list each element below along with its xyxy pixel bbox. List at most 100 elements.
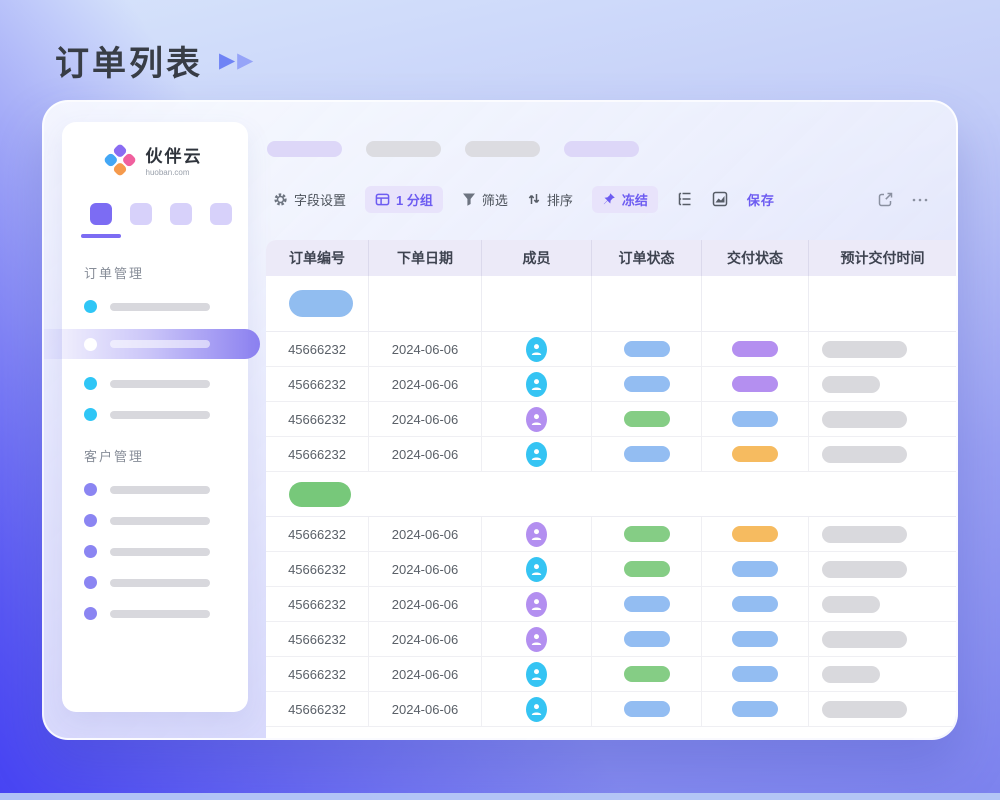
- order-status-pill: [624, 596, 670, 612]
- order-status-cell: [592, 657, 702, 691]
- column-header[interactable]: 订单编号: [266, 240, 369, 276]
- column-header[interactable]: 订单状态: [592, 240, 702, 276]
- table-row[interactable]: 456662322024-06-06: [266, 402, 956, 437]
- nav-label-placeholder: [110, 411, 210, 419]
- group-label-pill[interactable]: [289, 482, 351, 507]
- eta-cell: [809, 692, 956, 726]
- toolbar-filter-label: 筛选: [482, 190, 508, 209]
- member-cell: [482, 657, 592, 691]
- table-row[interactable]: 456662322024-06-06: [266, 622, 956, 657]
- delivery-status-pill: [732, 596, 778, 612]
- column-header[interactable]: 成员: [482, 240, 592, 276]
- eta-placeholder-pill: [822, 376, 880, 393]
- view-tab-placeholder[interactable]: [564, 141, 639, 157]
- table-header-row: 订单编号下单日期成员订单状态交付状态预计交付时间: [266, 240, 956, 276]
- eta-cell: [809, 587, 956, 621]
- sidebar-item[interactable]: [84, 300, 248, 313]
- nav-dot-icon: [84, 408, 97, 421]
- delivery-status-pill: [732, 666, 778, 682]
- group-label-pill[interactable]: [289, 290, 353, 317]
- toolbar-field-settings-button[interactable]: 字段设置: [273, 190, 346, 209]
- nav-label-placeholder: [110, 486, 210, 494]
- chart-icon: [712, 191, 728, 207]
- member-avatar-icon: [526, 592, 547, 617]
- sidebar-section-label: 订单管理: [84, 263, 248, 282]
- nav-label-placeholder: [110, 340, 210, 348]
- sidebar-tab[interactable]: [170, 203, 192, 225]
- group-header-cell: [592, 276, 702, 331]
- view-tab-placeholder[interactable]: [366, 141, 441, 157]
- brand-logo-icon: [103, 143, 137, 177]
- table-row[interactable]: 456662322024-06-06: [266, 552, 956, 587]
- nav-label-placeholder: [110, 579, 210, 587]
- table-row[interactable]: 456662322024-06-06: [266, 437, 956, 472]
- sidebar-tab-active[interactable]: [90, 203, 112, 225]
- delivery-status-pill: [732, 701, 778, 717]
- share-icon[interactable]: [877, 191, 894, 208]
- member-cell: [482, 552, 592, 586]
- view-tab-placeholder[interactable]: [267, 141, 342, 157]
- view-tab-placeholder[interactable]: [465, 141, 540, 157]
- group-header-cell: [702, 276, 809, 331]
- column-header[interactable]: 下单日期: [369, 240, 482, 276]
- toolbar-save-button[interactable]: 保存: [747, 190, 775, 209]
- toolbar-filter-button[interactable]: 筛选: [462, 190, 508, 209]
- sidebar-tab[interactable]: [210, 203, 232, 225]
- member-cell: [482, 402, 592, 436]
- eta-placeholder-pill: [822, 411, 907, 428]
- sidebar-item[interactable]: [84, 408, 248, 421]
- toolbar-sort-button[interactable]: 排序: [527, 190, 573, 209]
- eta-placeholder-pill: [822, 701, 907, 718]
- eta-placeholder-pill: [822, 631, 907, 648]
- member-avatar-icon: [526, 372, 547, 397]
- toolbar-group-button[interactable]: 1 分组: [365, 186, 443, 213]
- eta-cell: [809, 332, 956, 366]
- nav-dot-icon: [84, 514, 97, 527]
- sidebar-item[interactable]: [84, 576, 248, 589]
- bottom-bar: [0, 793, 1000, 800]
- table-row[interactable]: 456662322024-06-06: [266, 692, 956, 727]
- sidebar-item[interactable]: [84, 514, 248, 527]
- toolbar-freeze-button[interactable]: 冻结: [592, 186, 658, 213]
- sidebar-item-active[interactable]: [44, 329, 260, 359]
- column-header[interactable]: 预计交付时间: [809, 240, 956, 276]
- eta-cell: [809, 437, 956, 471]
- order-number-cell: 45666232: [266, 437, 369, 471]
- table-row[interactable]: 456662322024-06-06: [266, 657, 956, 692]
- column-header[interactable]: 交付状态: [702, 240, 809, 276]
- order-number-cell: 45666232: [266, 332, 369, 366]
- table-row[interactable]: 456662322024-06-06: [266, 587, 956, 622]
- nav-label-placeholder: [110, 548, 210, 556]
- sidebar-item[interactable]: [84, 545, 248, 558]
- eta-cell: [809, 517, 956, 551]
- toolbar-chart-button[interactable]: [712, 191, 728, 207]
- toolbar-save-label: 保存: [747, 190, 775, 209]
- delivery-status-cell: [702, 622, 809, 656]
- order-status-pill: [624, 376, 670, 392]
- order-date-cell: 2024-06-06: [369, 657, 482, 691]
- active-tab-underline: [81, 234, 121, 238]
- member-avatar-icon: [526, 522, 547, 547]
- toolbar-group-label: 1 分组: [396, 190, 433, 209]
- orders-table: 订单编号下单日期成员订单状态交付状态预计交付时间 456662322024-06…: [266, 240, 956, 738]
- member-cell: [482, 332, 592, 366]
- table-row[interactable]: 456662322024-06-06: [266, 367, 956, 402]
- eta-placeholder-pill: [822, 561, 907, 578]
- eta-placeholder-pill: [822, 666, 880, 683]
- sidebar-item[interactable]: [84, 483, 248, 496]
- toolbar-structure-button[interactable]: [677, 191, 693, 207]
- sidebar-item[interactable]: [84, 377, 248, 390]
- table-row[interactable]: 456662322024-06-06: [266, 332, 956, 367]
- order-status-cell: [592, 692, 702, 726]
- order-status-pill: [624, 666, 670, 682]
- sidebar-item[interactable]: [84, 607, 248, 620]
- member-cell: [482, 517, 592, 551]
- order-date-cell: 2024-06-06: [369, 517, 482, 551]
- toolbar-freeze-label: 冻结: [622, 190, 648, 209]
- sidebar-tab[interactable]: [130, 203, 152, 225]
- table-row[interactable]: 456662322024-06-06: [266, 517, 956, 552]
- eta-cell: [809, 402, 956, 436]
- order-status-pill: [624, 561, 670, 577]
- delivery-status-cell: [702, 437, 809, 471]
- more-icon[interactable]: [910, 191, 930, 208]
